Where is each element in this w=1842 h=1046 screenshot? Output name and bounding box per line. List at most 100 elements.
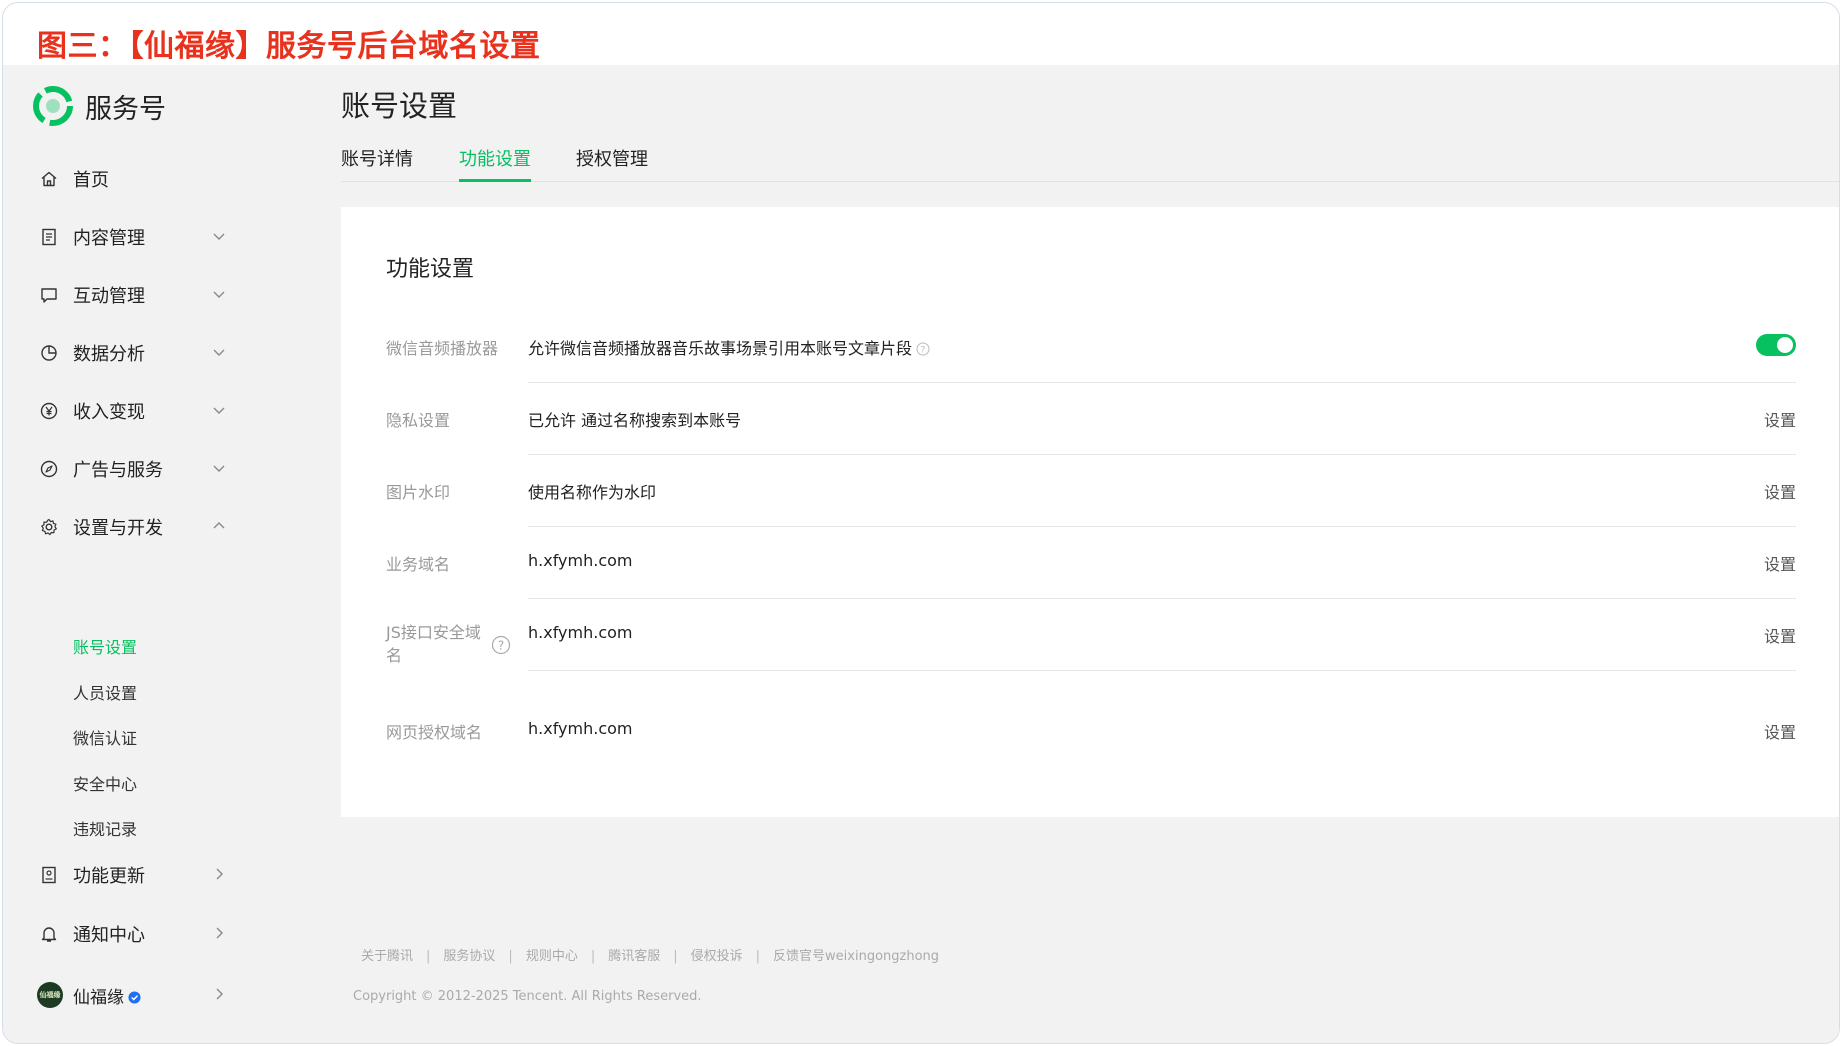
chevron-down-icon[interactable]	[211, 460, 227, 476]
tab-account-details[interactable]: 账号详情	[341, 145, 413, 181]
footer-separator: |	[508, 949, 513, 964]
sidebar-item-feature-updates[interactable]: 功能更新	[39, 860, 239, 890]
svg-text:?: ?	[921, 346, 926, 356]
chevron-down-icon[interactable]	[211, 228, 227, 244]
sidebar-item-label: 功能更新	[73, 866, 145, 887]
sidebar-item-label: 首页	[73, 170, 109, 191]
tab-feature-settings[interactable]: 功能设置	[459, 145, 531, 182]
brand-name: 服务号	[85, 93, 166, 125]
row-value: 使用名称作为水印	[528, 483, 657, 502]
chevron-up-icon[interactable]	[211, 518, 227, 534]
sidebar-item-analytics[interactable]: 数据分析	[39, 338, 239, 368]
footer-link-feedback[interactable]: 反馈官号weixingongzhong	[773, 949, 939, 964]
sidebar-item-notifications[interactable]: 通知中心	[39, 919, 239, 949]
row-label: 微信音频播放器	[386, 339, 499, 358]
row-value: 已允许 通过名称搜索到本账号	[528, 411, 742, 430]
tab-bar: 账号详情 功能设置 授权管理	[341, 145, 1839, 182]
row-label: 网页授权域名	[386, 723, 483, 742]
sidebar-item-interaction[interactable]: 互动管理	[39, 280, 239, 310]
compass-icon	[39, 459, 59, 479]
row-value: h.xfymh.com	[528, 719, 633, 738]
footer-link-terms[interactable]: 服务协议	[443, 949, 495, 964]
sidebar-item-label: 设置与开发	[73, 518, 163, 539]
footer-separator: |	[755, 949, 761, 964]
sidebar-item-label: 广告与服务	[73, 460, 163, 481]
row-value-text: 允许微信音频播放器音乐故事场景引用本账号文章片段	[528, 339, 913, 358]
sidebar-subitem-staff-settings[interactable]: 人员设置	[73, 680, 137, 704]
sidebar-item-label: 数据分析	[73, 344, 145, 365]
page-title: 账号设置	[341, 89, 458, 123]
setting-row-audio-player: 微信音频播放器 允许微信音频播放器音乐故事场景引用本账号文章片段?	[386, 311, 1796, 383]
row-label: 业务域名	[386, 555, 451, 574]
help-icon[interactable]: ?	[491, 635, 511, 655]
card-title: 功能设置	[386, 257, 475, 282]
footer-separator: |	[590, 949, 596, 964]
chevron-right-icon[interactable]	[211, 925, 227, 941]
update-icon	[39, 865, 59, 885]
footer-links: 关于腾讯 | 服务协议 | 规则中心 | 腾讯客服 | 侵权投诉 | 反馈官号weixingongz…	[361, 945, 939, 964]
document-icon	[39, 227, 59, 247]
service-account-logo-icon	[33, 86, 73, 126]
sidebar-item-label: 收入变现	[73, 402, 145, 423]
sidebar-item-content[interactable]: 内容管理	[39, 222, 239, 252]
js-domain-settings-button[interactable]: 设置	[1764, 623, 1796, 647]
yuan-icon	[39, 401, 59, 421]
footer-link-infringement[interactable]: 侵权投诉	[691, 949, 743, 964]
oauth-domain-settings-button[interactable]: 设置	[1764, 719, 1796, 743]
app-area: 服务号 首页 内容管理 互动管理 数据分析 收入变现 广告与服务 设置与开发 账…	[3, 65, 1839, 1043]
sidebar-item-home[interactable]: 首页	[39, 164, 239, 194]
row-value: h.xfymh.com	[528, 623, 633, 642]
sidebar-account[interactable]: 仙福缘 仙福缘	[37, 980, 237, 1010]
row-label: 图片水印	[386, 483, 451, 502]
sidebar-subitem-violation-records[interactable]: 违规记录	[73, 816, 137, 840]
row-label-line1: JS接口安全域	[386, 623, 481, 642]
privacy-settings-button[interactable]: 设置	[1764, 407, 1796, 431]
chevron-down-icon[interactable]	[211, 286, 227, 302]
setting-row-js-domain: JS接口安全域名 ? h.xfymh.com 设置	[386, 599, 1796, 671]
business-domain-settings-button[interactable]: 设置	[1764, 551, 1796, 575]
sidebar-subitem-security-center[interactable]: 安全中心	[73, 771, 137, 795]
gear-icon	[39, 517, 59, 537]
row-label-line2: 名	[386, 646, 403, 665]
audio-player-toggle[interactable]	[1756, 334, 1796, 356]
chat-icon	[39, 285, 59, 305]
caption-banner: 图三：【仙福缘】服务号后台域名设置	[3, 3, 1839, 65]
sidebar-item-label: 互动管理	[73, 286, 145, 307]
setting-row-business-domain: 业务域名 h.xfymh.com 设置	[386, 527, 1796, 599]
chevron-right-icon[interactable]	[211, 986, 227, 1002]
row-label: 隐私设置	[386, 411, 451, 430]
account-name-text: 仙福缘	[73, 987, 124, 1008]
sidebar-item-label: 内容管理	[73, 228, 145, 249]
row-label: JS接口安全域名	[386, 621, 481, 667]
sidebar-subitem-wechat-verification[interactable]: 微信认证	[73, 725, 137, 749]
sidebar-subitem-account-settings[interactable]: 账号设置	[73, 634, 137, 658]
pie-chart-icon	[39, 343, 59, 363]
footer-link-support[interactable]: 腾讯客服	[608, 949, 660, 964]
footer-separator: |	[673, 949, 678, 964]
help-icon[interactable]: ?	[916, 342, 930, 356]
footer-separator: |	[426, 949, 431, 964]
chevron-right-icon[interactable]	[211, 866, 227, 882]
settings-card: 功能设置 微信音频播放器 允许微信音频播放器音乐故事场景引用本账号文章片段? 隐…	[341, 207, 1839, 817]
chevron-down-icon[interactable]	[211, 402, 227, 418]
footer-link-about[interactable]: 关于腾讯	[361, 949, 413, 964]
home-icon	[39, 169, 59, 189]
watermark-settings-button[interactable]: 设置	[1764, 479, 1796, 503]
brand[interactable]: 服务号	[33, 85, 166, 127]
bell-icon	[39, 924, 59, 944]
tab-authorization[interactable]: 授权管理	[576, 145, 648, 181]
account-name: 仙福缘	[73, 983, 141, 1008]
sidebar: 服务号 首页 内容管理 互动管理 数据分析 收入变现 广告与服务 设置与开发 账…	[3, 65, 303, 1043]
caption-title: 图三：【仙福缘】服务号后台域名设置	[37, 29, 541, 64]
app-window: 图三：【仙福缘】服务号后台域名设置 服务号 首页 内容管理 互动管理 数据分析 …	[2, 2, 1840, 1044]
sidebar-item-monetization[interactable]: 收入变现	[39, 396, 239, 426]
verified-badge-icon	[128, 991, 141, 1004]
footer-link-rules[interactable]: 规则中心	[526, 949, 578, 964]
sidebar-item-label: 通知中心	[73, 925, 145, 946]
setting-row-watermark: 图片水印 使用名称作为水印 设置	[386, 455, 1796, 527]
setting-row-oauth-domain: 网页授权域名 h.xfymh.com 设置	[386, 671, 1796, 767]
sidebar-item-ads[interactable]: 广告与服务	[39, 454, 239, 484]
sidebar-item-settings[interactable]: 设置与开发	[39, 512, 239, 542]
copyright: Copyright © 2012-2025 Tencent. All Right…	[353, 989, 702, 1004]
chevron-down-icon[interactable]	[211, 344, 227, 360]
